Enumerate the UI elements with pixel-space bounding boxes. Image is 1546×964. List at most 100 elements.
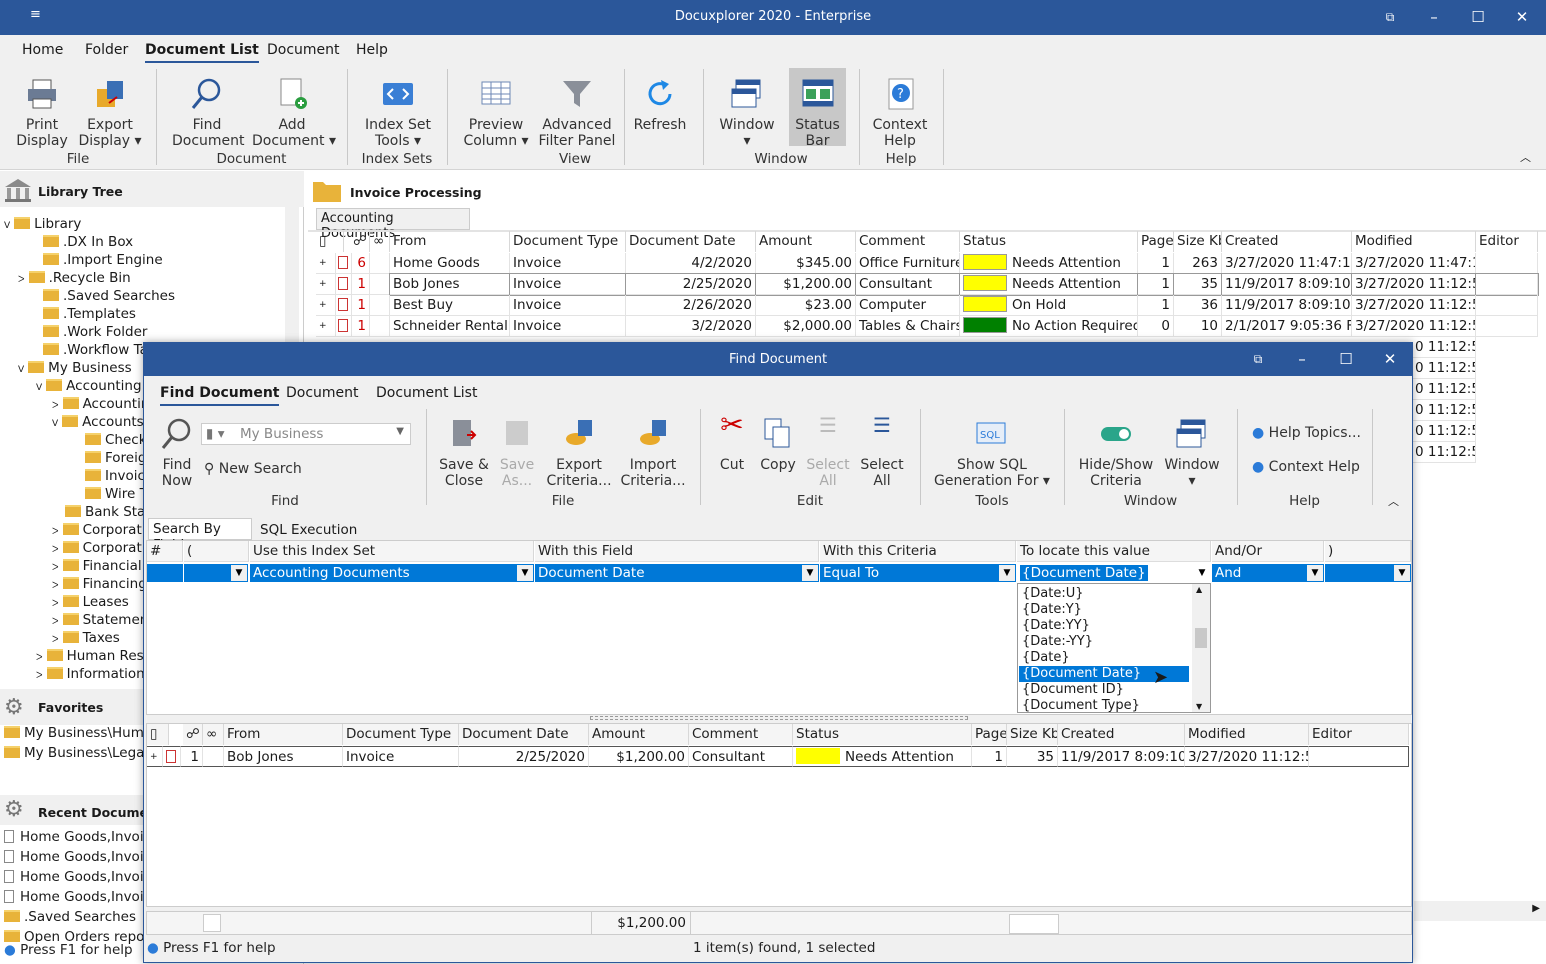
recent-item[interactable]: Home Goods,Invoic — [4, 888, 151, 906]
find-now-button[interactable]: Find Now — [156, 417, 198, 489]
doc-cell-comment[interactable]: Office Furniture — [856, 253, 960, 274]
new-search-button[interactable]: ⚲ New Search — [204, 461, 304, 477]
tree-item[interactable]: Check — [72, 431, 147, 449]
tree-item[interactable]: ᐳ Information — [36, 665, 145, 683]
favorite-item[interactable]: My Business\Legal\ — [4, 744, 153, 762]
index-set-select[interactable]: Accounting Documents ▼ — [250, 564, 534, 582]
doc-cell-page[interactable]: 1 — [1137, 273, 1175, 296]
doc-cell-from[interactable]: Best Buy — [390, 295, 510, 316]
doc-cell-comment[interactable]: Consultant — [855, 273, 961, 296]
tree-item[interactable]: .DX In Box — [30, 233, 133, 251]
open-paren-select[interactable]: ▼ — [184, 564, 248, 582]
column-header[interactable]: Size Kb — [1174, 231, 1222, 252]
tab-sql-execution[interactable]: SQL Execution — [256, 520, 361, 540]
menu-home[interactable]: Home — [22, 42, 63, 58]
doc-cell-amount[interactable]: $345.00 — [756, 253, 856, 274]
link-header[interactable]: ∞ — [203, 724, 224, 745]
tree-item[interactable]: .Import Engine — [30, 251, 163, 269]
value-option[interactable]: {Document ID} — [1022, 682, 1124, 698]
criteria-column-header[interactable]: ( — [184, 541, 249, 562]
criteria-column-header[interactable]: # — [147, 541, 183, 562]
tree-item[interactable]: ᐳ .Recycle Bin — [18, 269, 131, 287]
result-cell-created[interactable]: 11/9/2017 8:09:10 — [1058, 746, 1185, 767]
import-criteria-button[interactable]: Import Criteria... — [618, 417, 688, 489]
result-cell-size[interactable]: 35 — [1007, 746, 1058, 767]
doc-cell-size[interactable]: 35 — [1173, 273, 1223, 296]
doc-cell-comment[interactable]: Tables & Chairs — [856, 316, 960, 337]
status-cell[interactable]: Needs Attention — [959, 273, 1139, 296]
result-cell-page[interactable]: 1 — [972, 746, 1007, 767]
value-select[interactable]: {Document Date} ▼ — [1017, 564, 1211, 582]
tree-item[interactable]: Bank Sta — [52, 503, 145, 521]
result-cell-amount[interactable]: $1,200.00 — [589, 746, 689, 767]
collapse-ribbon-icon[interactable]: ︿ — [1520, 149, 1531, 165]
dialog-close-button[interactable]: ✕ — [1368, 343, 1412, 376]
expand-row-icon[interactable]: + — [147, 746, 163, 767]
doc-cell-type[interactable]: Invoice — [510, 316, 626, 337]
criteria-column-header[interactable]: With this Criteria — [820, 541, 1016, 562]
doc-cell-type[interactable]: Invoice — [509, 273, 627, 296]
show-sql-button[interactable]: SQL Show SQL Generation For ▾ — [934, 417, 1050, 489]
doc-cell-modified[interactable]: 3/27/2020 11:12:5 — [1352, 316, 1476, 337]
link-header[interactable]: ∞ — [370, 231, 390, 252]
close-paren-select[interactable]: ▼ — [1325, 564, 1411, 582]
doc-cell-size[interactable]: 10 — [1174, 316, 1222, 337]
doc-cell-modified[interactable]: 0 11:12:5 — [1412, 421, 1476, 442]
context-help-button[interactable]: ● Context Help — [1252, 459, 1372, 475]
save-close-button[interactable]: Save & Close — [438, 417, 490, 489]
column-header[interactable]: Document Type — [510, 231, 626, 252]
options-scrollbar[interactable]: ▲ ▼ — [1192, 584, 1210, 712]
result-cell-from[interactable]: Bob Jones — [224, 746, 343, 767]
tree-item[interactable]: ᐳ Corporat — [52, 521, 142, 539]
criteria-column-header[interactable]: Use this Index Set — [250, 541, 534, 562]
doc-cell-from[interactable]: Home Goods — [390, 253, 510, 274]
recent-item[interactable]: Home Goods,Invoic — [4, 868, 151, 886]
doc-icon-header[interactable]: ▯ — [147, 724, 169, 745]
status-bar-button[interactable]: Status Bar — [789, 68, 846, 149]
status-cell[interactable]: Needs Attention — [960, 253, 1138, 274]
doc-cell-date[interactable]: 2/26/2020 — [626, 295, 756, 316]
tree-item[interactable]: Wire T — [72, 485, 148, 503]
menu-folder[interactable]: Folder — [85, 42, 128, 58]
result-cell-date[interactable]: 2/25/2020 — [459, 746, 589, 767]
criteria-row-number[interactable] — [147, 564, 183, 582]
criteria-column-header[interactable]: ) — [1325, 541, 1411, 562]
select-all-button[interactable]: ☰ Select All — [858, 415, 906, 489]
export-display-button[interactable]: Export Display ▾ — [78, 77, 142, 149]
recent-item[interactable]: .Saved Searches — [4, 908, 136, 926]
result-column-header[interactable]: Document Date — [459, 724, 589, 745]
value-option[interactable]: {Date:-YY} — [1022, 634, 1093, 650]
export-criteria-button[interactable]: Export Criteria... — [544, 417, 614, 489]
menu-document[interactable]: Document — [267, 42, 340, 58]
doc-cell-created[interactable]: 11/9/2017 8:09:10 — [1221, 273, 1353, 296]
result-column-header[interactable]: Document Type — [343, 724, 459, 745]
doc-cell-modified[interactable]: 3/27/2020 11:12:5 — [1352, 295, 1476, 316]
dialog-window-button[interactable]: Window ▾ — [1162, 417, 1222, 489]
doc-cell-date[interactable]: 3/2/2020 — [626, 316, 756, 337]
doc-cell-date[interactable]: 4/2/2020 — [626, 253, 756, 274]
doc-cell-comment[interactable]: Computer — [856, 295, 960, 316]
doc-cell-size[interactable]: 263 — [1174, 253, 1222, 274]
value-option[interactable]: {Date:YY} — [1022, 618, 1090, 634]
cut-button[interactable]: ✂ Cut — [710, 411, 754, 474]
close-button[interactable]: ✕ — [1500, 0, 1544, 35]
add-document-button[interactable]: Add Document ▾ — [252, 77, 336, 149]
menu-help[interactable]: Help — [356, 42, 388, 58]
tab-search-by-field[interactable]: Search By Field — [148, 518, 252, 553]
criteria-column-header[interactable]: And/Or — [1212, 541, 1324, 562]
recent-item[interactable]: Home Goods,Invoic — [4, 848, 151, 866]
result-column-header[interactable]: Created — [1058, 724, 1185, 745]
horizontal-scrollbar[interactable]: ▶ — [1414, 901, 1546, 921]
tree-item[interactable]: .Saved Searches — [30, 287, 175, 305]
doc-cell-modified[interactable]: 0 11:12:5 — [1412, 442, 1476, 463]
maximize-button[interactable]: ☐ — [1456, 0, 1500, 35]
find-document-button[interactable]: Find Document — [172, 77, 245, 149]
result-column-header[interactable]: Page — [972, 724, 1007, 745]
column-header[interactable]: Status — [960, 231, 1138, 252]
tree-item[interactable]: .Work Folder — [30, 323, 148, 341]
doc-cell-type[interactable]: Invoice — [510, 295, 626, 316]
doc-cell-amount[interactable]: $23.00 — [756, 295, 856, 316]
dialog-tab-document-list[interactable]: Document List — [376, 385, 477, 401]
tree-item[interactable]: ᐳ Corporat — [52, 539, 142, 557]
doc-cell-modified[interactable]: 3/27/2020 11:47:1 — [1352, 253, 1476, 274]
